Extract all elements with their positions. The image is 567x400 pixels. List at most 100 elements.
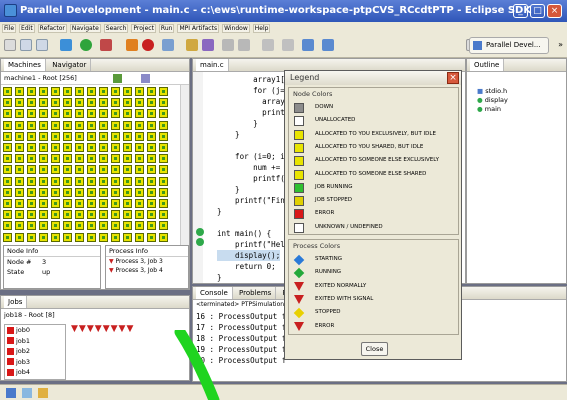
process-info-item[interactable]: ▼ Process 3, Job 4 — [106, 266, 188, 275]
process-exited-icon[interactable]: ▼ — [126, 324, 134, 334]
node-cell[interactable] — [27, 187, 36, 197]
forward-icon[interactable] — [322, 39, 334, 51]
node-cell[interactable] — [135, 143, 144, 152]
node-cell[interactable] — [27, 120, 36, 130]
terminate-icon[interactable] — [142, 39, 154, 51]
node-cell[interactable] — [99, 98, 108, 108]
node-cell[interactable] — [123, 87, 132, 96]
node-cell[interactable] — [15, 165, 24, 175]
node-cell[interactable] — [159, 154, 168, 164]
new-icon[interactable] — [4, 39, 16, 51]
node-cell[interactable] — [123, 154, 132, 164]
node-cell[interactable] — [159, 143, 168, 152]
open-folder-icon[interactable] — [186, 39, 198, 51]
node-cell[interactable] — [135, 210, 144, 220]
sync-icon[interactable] — [238, 39, 250, 51]
node-cell[interactable] — [147, 221, 156, 231]
node-cell[interactable] — [123, 210, 132, 220]
node-cell[interactable] — [3, 199, 12, 208]
node-cell[interactable] — [99, 154, 108, 164]
tab-machines[interactable]: Machines — [4, 59, 46, 71]
status-tool-icon[interactable] — [38, 388, 48, 398]
node-cell[interactable] — [3, 232, 12, 242]
node-grid-scrollbar[interactable] — [180, 85, 189, 245]
job-item[interactable]: job2 — [5, 346, 65, 357]
node-cell[interactable] — [15, 221, 24, 231]
node-cell[interactable] — [27, 109, 36, 119]
node-cell[interactable] — [87, 98, 96, 108]
maximize-icon[interactable]: □ — [530, 4, 545, 18]
node-cell[interactable] — [147, 131, 156, 141]
legend-close-icon[interactable]: × — [447, 72, 459, 84]
node-cell[interactable] — [39, 232, 48, 242]
close-button[interactable]: Close — [361, 342, 388, 356]
node-cell[interactable] — [3, 221, 12, 231]
node-cell[interactable] — [111, 199, 120, 208]
node-cell[interactable] — [123, 232, 132, 242]
node-cell[interactable] — [99, 232, 108, 242]
node-cell[interactable] — [51, 165, 60, 175]
node-cell[interactable] — [51, 176, 60, 186]
node-cell[interactable] — [111, 154, 120, 164]
back-icon[interactable] — [302, 39, 314, 51]
node-cell[interactable] — [39, 87, 48, 96]
process-exited-icon[interactable]: ▼ — [103, 324, 111, 334]
node-cell[interactable] — [51, 210, 60, 220]
node-cell[interactable] — [63, 232, 72, 242]
prev-annotation-icon[interactable] — [282, 39, 294, 51]
node-cell[interactable] — [159, 187, 168, 197]
node-cell[interactable] — [87, 143, 96, 152]
node-cell[interactable] — [87, 221, 96, 231]
node-cell[interactable] — [111, 120, 120, 130]
node-cell[interactable] — [3, 154, 12, 164]
node-cell[interactable] — [99, 165, 108, 175]
node-cell[interactable] — [99, 109, 108, 119]
node-cell[interactable] — [111, 232, 120, 242]
menu-run[interactable]: Run — [158, 23, 175, 33]
fast-view-icon[interactable] — [6, 388, 16, 398]
node-cell[interactable] — [63, 87, 72, 96]
node-cell[interactable] — [15, 98, 24, 108]
node-cell[interactable] — [51, 221, 60, 231]
node-cell[interactable] — [135, 98, 144, 108]
node-cell[interactable] — [27, 143, 36, 152]
node-cell[interactable] — [135, 232, 144, 242]
job-list[interactable]: job0 job1 job2 job3 job4 — [4, 324, 66, 380]
node-cell[interactable] — [27, 210, 36, 220]
node-cell[interactable] — [135, 165, 144, 175]
node-cell[interactable] — [15, 109, 24, 119]
process-info-item[interactable]: ▼ Process 3, Job 3 — [106, 257, 188, 266]
node-cell[interactable] — [147, 109, 156, 119]
node-cell[interactable] — [135, 176, 144, 186]
node-cell[interactable] — [39, 143, 48, 152]
node-cell[interactable] — [111, 109, 120, 119]
node-cell[interactable] — [111, 187, 120, 197]
node-cell[interactable] — [135, 120, 144, 130]
node-cell[interactable] — [159, 232, 168, 242]
node-cell[interactable] — [135, 109, 144, 119]
node-cell[interactable] — [159, 87, 168, 96]
node-cell[interactable] — [39, 120, 48, 130]
node-cell[interactable] — [147, 176, 156, 186]
node-cell[interactable] — [63, 165, 72, 175]
machine-filter-icon[interactable] — [113, 74, 122, 83]
node-cell[interactable] — [51, 109, 60, 119]
node-cell[interactable] — [3, 120, 12, 130]
tab-main-c[interactable]: main.c — [196, 59, 229, 71]
node-cell[interactable] — [75, 120, 84, 130]
menu-file[interactable]: File — [2, 23, 17, 33]
node-cell[interactable] — [75, 165, 84, 175]
node-cell[interactable] — [75, 221, 84, 231]
process-exited-icon[interactable]: ▼ — [95, 324, 103, 334]
node-cell[interactable] — [99, 221, 108, 231]
node-cell[interactable] — [135, 154, 144, 164]
node-cell[interactable] — [75, 199, 84, 208]
node-cell[interactable] — [39, 176, 48, 186]
node-cell[interactable] — [99, 210, 108, 220]
run-icon[interactable] — [80, 39, 92, 51]
node-cell[interactable] — [3, 210, 12, 220]
node-cell[interactable] — [39, 187, 48, 197]
node-cell[interactable] — [75, 131, 84, 141]
node-cell[interactable] — [15, 176, 24, 186]
node-cell[interactable] — [15, 143, 24, 152]
